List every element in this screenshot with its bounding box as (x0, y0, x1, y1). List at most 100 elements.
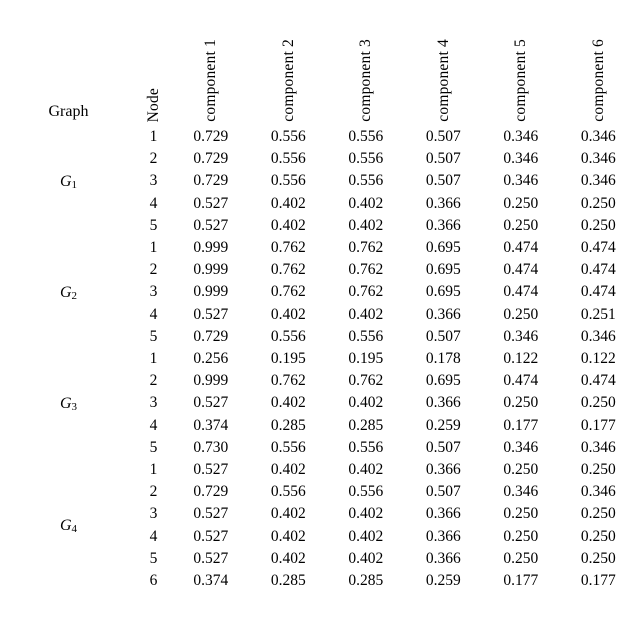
value-cell: 0.259 (425, 416, 461, 434)
table-row: G3 1 0.256 0.195 0.195 0.178 0.122 0.122 (2, 348, 637, 413)
header-graph-label: Graph (48, 103, 89, 120)
node-cell: 2 (149, 150, 158, 168)
value-cell: 0.250 (503, 194, 539, 212)
value-cell: 0.729 (193, 327, 229, 345)
value-cell: 0.250 (580, 549, 616, 567)
value-cell: 0.250 (503, 549, 539, 567)
value-cell: 0.402 (348, 527, 384, 545)
value-cell: 0.762 (270, 261, 306, 279)
value-cell: 0.250 (503, 527, 539, 545)
graph-label: G4 (59, 516, 78, 535)
node-cell: 6 (149, 572, 158, 590)
value-cell: 0.402 (270, 305, 306, 323)
node-cell: 1 (149, 461, 158, 479)
value-cell: 0.366 (425, 216, 461, 234)
value-cell: 0.402 (348, 461, 384, 479)
graph-label: G3 (59, 394, 78, 413)
value-cell: 0.999 (193, 261, 229, 279)
value-cell: 0.527 (193, 194, 229, 212)
value-cell: 0.250 (580, 505, 616, 523)
value-cell: 0.402 (270, 527, 306, 545)
value-cell: 0.474 (503, 239, 539, 257)
value-cell: 0.177 (503, 416, 539, 434)
graph-label: G1 (59, 172, 78, 191)
value-cell: 0.122 (580, 350, 616, 368)
value-cell: 0.556 (270, 172, 306, 190)
value-cell: 0.402 (270, 216, 306, 234)
value-cell: 0.366 (425, 461, 461, 479)
value-cell: 0.177 (503, 572, 539, 590)
header-component-2: component 2 (250, 2, 328, 126)
node-cell: 5 (149, 216, 158, 234)
table-row: G4 1 0.527 0.402 0.402 0.366 0.250 0.250 (2, 459, 637, 535)
node-cell: 3 (149, 283, 158, 301)
value-cell: 0.346 (580, 438, 616, 456)
value-cell: 0.556 (270, 327, 306, 345)
value-cell: 0.507 (425, 327, 461, 345)
value-cell: 0.346 (580, 150, 616, 168)
value-cell: 0.556 (270, 483, 306, 501)
node-cell: 3 (149, 505, 158, 523)
value-cell: 0.346 (580, 128, 616, 145)
value-cell: 0.474 (580, 261, 616, 279)
node-cell: 4 (149, 416, 158, 434)
value-cell: 0.346 (580, 483, 616, 501)
value-cell: 0.474 (580, 239, 616, 257)
value-cell: 0.259 (425, 572, 461, 590)
value-cell: 0.256 (193, 350, 229, 368)
value-cell: 0.527 (193, 527, 229, 545)
value-cell: 0.999 (193, 239, 229, 257)
node-cell: 3 (149, 394, 158, 412)
value-cell: 0.250 (503, 305, 539, 323)
header-component-2-label: component 2 (279, 39, 297, 122)
value-cell: 0.762 (270, 283, 306, 301)
value-cell: 0.556 (348, 483, 384, 501)
value-cell: 0.729 (193, 128, 229, 145)
value-cell: 0.999 (193, 283, 229, 301)
node-cell: 4 (149, 527, 158, 545)
table-row: G2 1 0.999 0.762 0.762 0.695 0.474 0.474 (2, 237, 637, 302)
value-cell: 0.195 (270, 350, 306, 368)
value-cell: 0.285 (270, 416, 306, 434)
value-cell: 0.366 (425, 194, 461, 212)
value-cell: 0.250 (503, 394, 539, 412)
node-cell: 5 (149, 549, 158, 567)
value-cell: 0.346 (503, 128, 539, 145)
value-cell: 0.762 (270, 239, 306, 257)
header-component-1-label: component 1 (202, 39, 219, 122)
table-header: Graph Node component 1 component 2 compo… (2, 2, 637, 126)
value-cell: 0.402 (270, 394, 306, 412)
value-cell: 0.285 (348, 572, 384, 590)
value-cell: 0.250 (580, 527, 616, 545)
value-cell: 0.250 (580, 394, 616, 412)
value-cell: 0.402 (270, 461, 306, 479)
header-component-4: component 4 (405, 2, 483, 126)
value-cell: 0.507 (425, 483, 461, 501)
value-cell: 0.402 (348, 394, 384, 412)
value-cell: 0.402 (348, 549, 384, 567)
value-cell: 0.730 (193, 438, 229, 456)
value-cell: 0.556 (270, 438, 306, 456)
value-cell: 0.695 (425, 239, 461, 257)
header-row: Graph Node component 1 component 2 compo… (2, 2, 637, 126)
node-cell: 4 (149, 305, 158, 323)
value-cell: 0.527 (193, 216, 229, 234)
header-component-5-label: component 5 (512, 39, 529, 122)
value-cell: 0.556 (270, 150, 306, 168)
value-cell: 0.250 (503, 461, 539, 479)
value-cell: 0.251 (580, 305, 616, 323)
value-cell: 0.250 (580, 216, 616, 234)
header-component-5: component 5 (482, 2, 560, 126)
node-cell: 5 (149, 327, 158, 345)
table-body: G1 1 0.729 0.556 0.556 0.507 0.346 0.346 2 0.729 0… (2, 126, 637, 592)
value-cell: 0.556 (270, 128, 306, 145)
value-cell: 0.474 (580, 283, 616, 301)
value-cell: 0.762 (348, 239, 384, 257)
header-component-6: component 6 (560, 2, 638, 126)
value-cell: 0.250 (580, 194, 616, 212)
header-component-3-label: component 3 (357, 39, 374, 122)
results-table-container: Graph Node component 1 component 2 compo… (2, 2, 636, 592)
node-cell: 5 (149, 438, 158, 456)
value-cell: 0.729 (193, 150, 229, 168)
value-cell: 0.366 (425, 394, 461, 412)
